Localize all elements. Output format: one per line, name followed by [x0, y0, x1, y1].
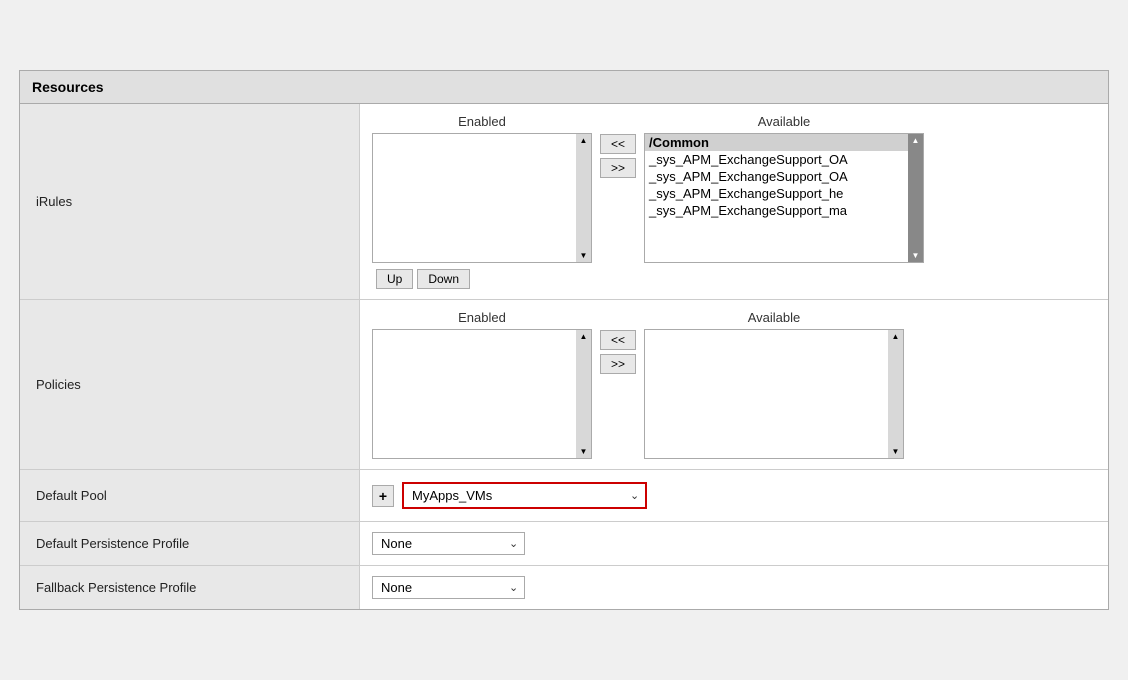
irules-available-scroll-up[interactable]: ▲	[910, 136, 921, 145]
irules-updown-btns: Up Down	[372, 269, 1096, 289]
policies-available-list-wrapper: ▲ ▼	[644, 329, 904, 459]
fallback-persistence-select-wrapper: None ⌄	[372, 576, 525, 599]
irules-available-item-3[interactable]: _sys_APM_ExchangeSupport_he	[645, 185, 908, 202]
fallback-persistence-content: None ⌄	[360, 566, 537, 609]
irules-up-btn[interactable]: Up	[376, 269, 413, 289]
policies-enabled-scroll: ▲ ▼	[576, 329, 592, 459]
irules-available-item-4[interactable]: _sys_APM_ExchangeSupport_ma	[645, 202, 908, 219]
irules-enabled-group: Enabled ▲ ▼	[372, 114, 592, 263]
irules-available-scroll: ▲ ▼	[908, 133, 924, 263]
policies-available-scroll-up[interactable]: ▲	[890, 332, 901, 341]
irules-available-scroll-down[interactable]: ▼	[910, 251, 921, 260]
policies-available-scroll-down[interactable]: ▼	[890, 447, 901, 456]
irules-available-group: Available /Common _sys_APM_ExchangeSuppo…	[644, 114, 924, 263]
irules-enabled-listbox[interactable]	[372, 133, 576, 263]
policies-enabled-header: Enabled	[458, 310, 506, 325]
irules-enabled-scroll-down[interactable]: ▼	[578, 251, 589, 260]
irules-content: Enabled ▲ ▼ << >> Availab	[360, 104, 1108, 299]
policies-label: Policies	[20, 300, 360, 469]
policies-enabled-listbox[interactable]	[372, 329, 576, 459]
policies-transfer-right-btn[interactable]: >>	[600, 354, 636, 374]
policies-available-scroll: ▲ ▼	[888, 329, 904, 459]
default-pool-chevron-icon: ⌄	[624, 485, 645, 506]
default-persistence-content: None ⌄	[360, 522, 537, 565]
default-persistence-select[interactable]: None	[373, 533, 503, 554]
policies-enabled-scroll-up[interactable]: ▲	[578, 332, 589, 341]
fallback-persistence-chevron-icon: ⌄	[503, 578, 524, 597]
irules-available-item-0[interactable]: /Common	[645, 134, 908, 151]
policies-transfer-left-btn[interactable]: <<	[600, 330, 636, 350]
irules-transfer-btns: << >>	[600, 114, 636, 178]
default-pool-row: Default Pool + MyApps_VMs None ⌄	[20, 470, 1108, 522]
default-pool-select[interactable]: MyApps_VMs None	[404, 484, 624, 507]
default-pool-content: + MyApps_VMs None ⌄	[360, 470, 659, 521]
policies-enabled-scroll-down[interactable]: ▼	[578, 447, 589, 456]
irules-available-list-wrapper: /Common _sys_APM_ExchangeSupport_OA _sys…	[644, 133, 924, 263]
resources-panel: Resources iRules Enabled ▲ ▼	[19, 70, 1109, 610]
default-pool-label: Default Pool	[20, 470, 360, 521]
default-persistence-chevron-icon: ⌄	[503, 534, 524, 553]
irules-available-listbox[interactable]: /Common _sys_APM_ExchangeSupport_OA _sys…	[644, 133, 908, 263]
default-pool-plus-btn[interactable]: +	[372, 485, 394, 507]
irules-enabled-header: Enabled	[458, 114, 506, 129]
default-pool-select-wrapper: MyApps_VMs None ⌄	[402, 482, 647, 509]
default-persistence-row: Default Persistence Profile None ⌄	[20, 522, 1108, 566]
irules-transfer-left-btn[interactable]: <<	[600, 134, 636, 154]
policies-enabled-list-wrapper: ▲ ▼	[372, 329, 592, 459]
default-persistence-label: Default Persistence Profile	[20, 522, 360, 565]
panel-title: Resources	[20, 71, 1108, 104]
policies-transfer-btns: << >>	[600, 310, 636, 374]
policies-available-group: Available ▲ ▼	[644, 310, 904, 459]
fallback-persistence-label: Fallback Persistence Profile	[20, 566, 360, 609]
policies-available-listbox[interactable]	[644, 329, 888, 459]
policies-dual-list: Enabled ▲ ▼ << >> Availab	[372, 310, 1096, 459]
irules-transfer-right-btn[interactable]: >>	[600, 158, 636, 178]
policies-enabled-group: Enabled ▲ ▼	[372, 310, 592, 459]
irules-row: iRules Enabled ▲ ▼ << >	[20, 104, 1108, 300]
irules-available-item-1[interactable]: _sys_APM_ExchangeSupport_OA	[645, 151, 908, 168]
irules-available-header: Available	[758, 114, 811, 129]
irules-enabled-list-wrapper: ▲ ▼	[372, 133, 592, 263]
fallback-persistence-select[interactable]: None	[373, 577, 503, 598]
irules-down-btn[interactable]: Down	[417, 269, 470, 289]
policies-content: Enabled ▲ ▼ << >> Availab	[360, 300, 1108, 469]
irules-available-item-2[interactable]: _sys_APM_ExchangeSupport_OA	[645, 168, 908, 185]
irules-enabled-scroll: ▲ ▼	[576, 133, 592, 263]
irules-label: iRules	[20, 104, 360, 299]
irules-dual-list: Enabled ▲ ▼ << >> Availab	[372, 114, 1096, 263]
policies-row: Policies Enabled ▲ ▼ <<	[20, 300, 1108, 470]
default-persistence-select-wrapper: None ⌄	[372, 532, 525, 555]
irules-enabled-scroll-up[interactable]: ▲	[578, 136, 589, 145]
fallback-persistence-row: Fallback Persistence Profile None ⌄	[20, 566, 1108, 609]
policies-available-header: Available	[748, 310, 801, 325]
